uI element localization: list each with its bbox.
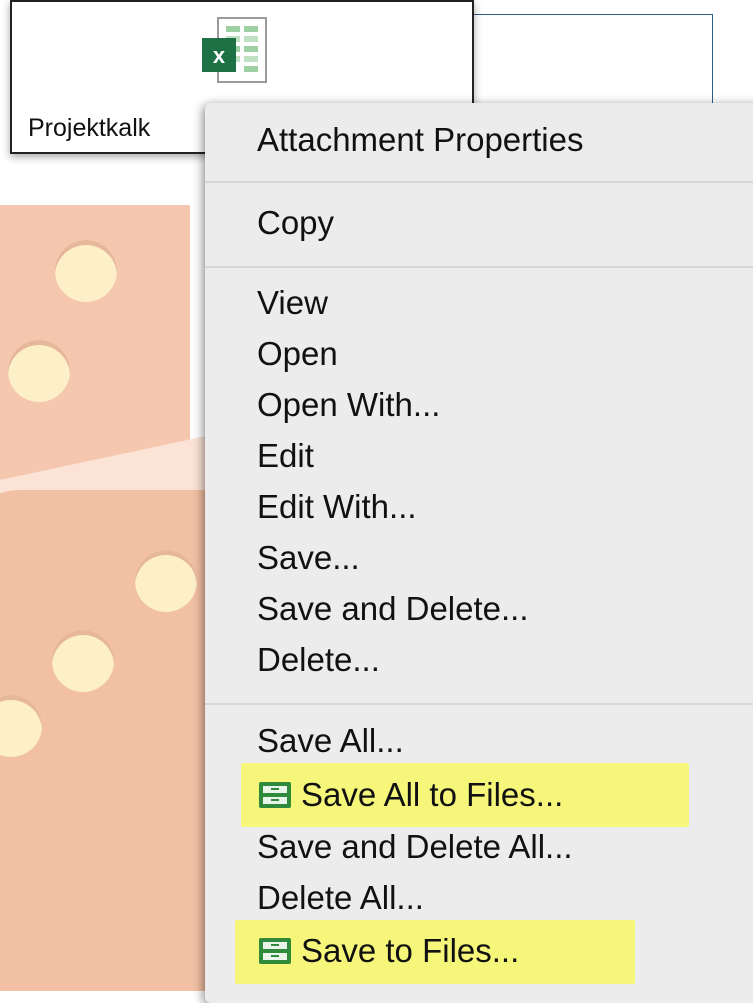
menu-separator	[205, 181, 753, 183]
menu-item-delete-all[interactable]: Delete All...	[257, 876, 424, 920]
menu-item-save-and-delete[interactable]: Save and Delete...	[257, 587, 529, 631]
menu-item-view[interactable]: View	[257, 281, 328, 325]
files-cabinet-icon	[259, 938, 291, 964]
menu-item-save[interactable]: Save...	[257, 536, 360, 580]
menu-item-save-all[interactable]: Save All...	[257, 719, 404, 763]
files-cabinet-icon	[259, 782, 291, 808]
menu-item-save-and-delete-all[interactable]: Save and Delete All...	[257, 825, 573, 869]
attachment-filename: Projektkalk	[28, 114, 151, 142]
menu-item-edit-with[interactable]: Edit With...	[257, 485, 417, 529]
menu-item-copy[interactable]: Copy	[257, 201, 334, 245]
decorative-background-graphic	[0, 205, 205, 991]
menu-item-save-all-to-files[interactable]: Save All to Files...	[257, 773, 563, 817]
excel-file-icon: x	[202, 17, 267, 83]
attachment-context-menu: Attachment Properties Copy View Open Ope…	[205, 103, 753, 1003]
message-frame	[440, 14, 713, 105]
menu-separator	[205, 703, 753, 705]
menu-item-attachment-properties[interactable]: Attachment Properties	[257, 118, 584, 162]
menu-separator	[205, 266, 753, 268]
menu-item-open[interactable]: Open	[257, 332, 338, 376]
svg-text:x: x	[213, 43, 226, 68]
menu-item-save-to-files[interactable]: Save to Files...	[257, 929, 519, 973]
menu-item-edit[interactable]: Edit	[257, 434, 314, 478]
menu-item-open-with[interactable]: Open With...	[257, 383, 440, 427]
menu-item-delete[interactable]: Delete...	[257, 638, 380, 682]
